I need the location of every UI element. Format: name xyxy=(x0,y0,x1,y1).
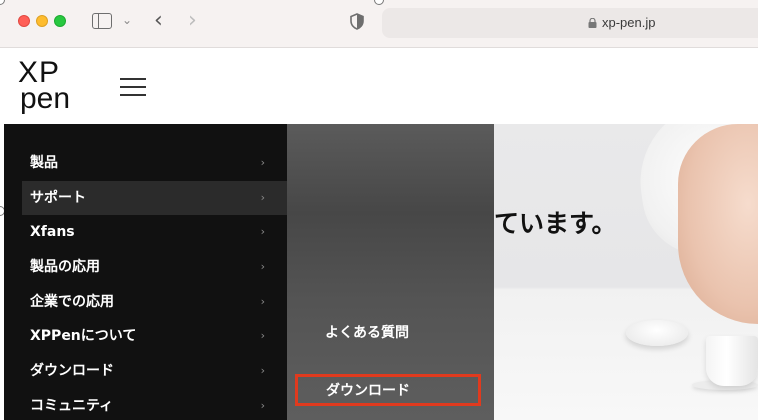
menu-item-label: Xfans xyxy=(30,224,75,241)
site-header: XP pen xyxy=(0,48,758,124)
shield-icon[interactable] xyxy=(350,13,364,30)
logo-line2: pen xyxy=(20,82,71,115)
chevron-right-icon[interactable]: › xyxy=(188,8,197,33)
window-controls xyxy=(18,15,66,27)
hamburger-icon[interactable] xyxy=(120,78,146,98)
menu-item-download[interactable]: ダウンロード › xyxy=(4,354,287,389)
chevron-right-icon: › xyxy=(260,398,265,412)
url-text: xp-pen.jp xyxy=(602,15,656,30)
chevron-right-icon: › xyxy=(260,294,265,308)
chevron-right-icon: › xyxy=(260,329,265,343)
submenu-item-label: よくある質問 xyxy=(325,325,409,341)
menu-item-label: コミュニティ xyxy=(30,397,114,414)
xppen-logo[interactable]: XP pen xyxy=(18,58,80,114)
menu-item-label: 企業での応用 xyxy=(30,293,114,310)
menu-item-label: サポート xyxy=(30,189,86,206)
zoom-window-button[interactable] xyxy=(54,15,66,27)
menu-item-community[interactable]: コミュニティ › xyxy=(4,389,287,420)
chevron-down-icon[interactable]: ⌄ xyxy=(122,13,132,27)
chevron-right-icon: › xyxy=(260,364,265,378)
menu-item-label: 製品 xyxy=(30,155,58,171)
submenu-item-label: ダウンロード xyxy=(326,383,410,399)
lock-icon xyxy=(588,18,597,28)
chevron-right-icon: › xyxy=(260,190,265,204)
menu-item-xfans[interactable]: Xfans › xyxy=(4,215,287,250)
hero-text: ています。 xyxy=(494,209,617,238)
hero-photo-mouse xyxy=(626,320,688,346)
menu-item-products[interactable]: 製品 › xyxy=(4,146,287,181)
menu-item-about[interactable]: XPPenについて › xyxy=(4,319,287,354)
menu-item-label: 製品の応用 xyxy=(30,259,100,276)
address-bar[interactable]: xp-pen.jp xyxy=(382,8,758,38)
menu-item-label: XPPenについて xyxy=(30,328,137,345)
support-submenu: よくある質問 ダウンロード xyxy=(287,124,494,420)
menu-item-support[interactable]: サポート › xyxy=(22,180,287,216)
submenu-item-faq[interactable]: よくある質問 xyxy=(287,322,494,342)
chevron-right-icon: › xyxy=(260,225,265,239)
main-content: ています。 製品 › サポート › Xfans › 製品の応用 › 企業での応用… xyxy=(0,124,758,420)
sidebar-icon[interactable] xyxy=(92,13,112,29)
minimize-window-button[interactable] xyxy=(36,15,48,27)
submenu-item-download[interactable]: ダウンロード xyxy=(295,374,481,406)
browser-toolbar: ⌄ ‹ › xp-pen.jp xyxy=(0,0,758,48)
hero-photo-cup xyxy=(706,336,758,386)
chevron-right-icon: › xyxy=(260,260,265,274)
menu-item-label: ダウンロード xyxy=(30,363,114,380)
chevron-right-icon: › xyxy=(260,156,265,169)
close-window-button[interactable] xyxy=(18,15,30,27)
menu-item-business[interactable]: 企業での応用 › xyxy=(4,285,287,320)
main-menu: 製品 › サポート › Xfans › 製品の応用 › 企業での応用 › XPP… xyxy=(4,124,287,420)
menu-item-applications[interactable]: 製品の応用 › xyxy=(4,250,287,285)
chevron-left-icon[interactable]: ‹ xyxy=(154,8,163,33)
